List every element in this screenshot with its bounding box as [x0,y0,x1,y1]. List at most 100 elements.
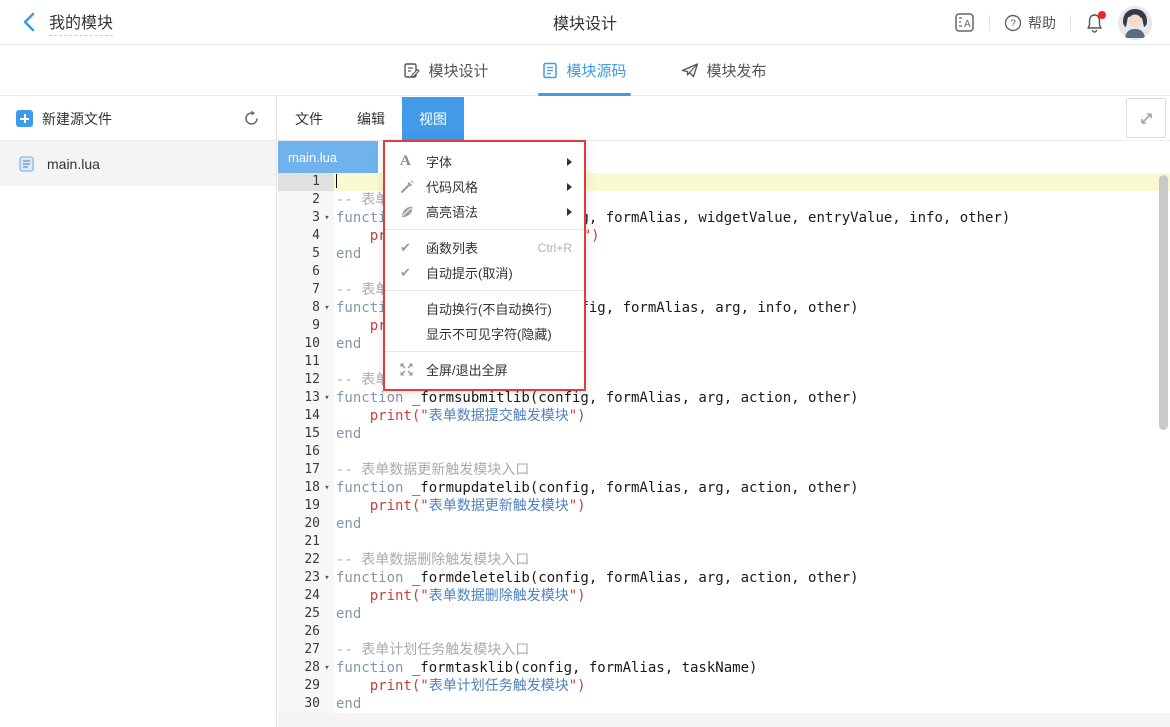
view-menu-item[interactable]: 自动换行(不自动换行) [385,296,584,321]
line-gutter: 25 [278,605,334,623]
menu-file[interactable]: 文件 [278,97,340,140]
fold-arrow-icon[interactable]: ▾ [320,299,334,317]
check-icon: ✔ [400,240,426,256]
menu-edit[interactable]: 编辑 [340,97,402,140]
code-text: -- 表单数据更新触发模块入口 [334,461,1170,479]
new-source-file-button[interactable]: 新建源文件 [16,109,112,129]
view-menu-item[interactable]: 全屏/退出全屏 [385,357,584,382]
tab-module-publish[interactable]: 模块发布 [681,46,767,96]
menu-item-label: 高亮语法 [426,202,567,221]
code-line[interactable]: 13▾function _formsubmitlib(config, formA… [278,389,1170,407]
line-number: 25 [278,605,320,623]
code-text [334,443,1170,461]
fold-spacer [320,191,334,209]
notification-button[interactable] [1085,13,1104,33]
file-name: main.lua [47,156,100,172]
fold-spacer [320,641,334,659]
menu-divider [385,229,584,230]
line-gutter: 22 [278,551,334,569]
line-gutter: 1 [278,173,334,191]
view-dropdown-menu: A字体代码风格高亮语法 ✔函数列表Ctrl+R✔自动提示(取消) 自动换行(不自动换… [383,140,586,391]
line-number: 27 [278,641,320,659]
line-number: 23 [278,569,320,587]
line-gutter: 23▾ [278,569,334,587]
fold-spacer [320,605,334,623]
line-gutter: 13▾ [278,389,334,407]
code-line[interactable]: 27-- 表单计划任务触发模块入口 [278,641,1170,659]
help-button[interactable]: ? 帮助 [1004,13,1056,33]
file-list-item-main-lua[interactable]: main.lua [0,141,276,186]
line-number: 29 [278,677,320,695]
sidebar-header: 新建源文件 [0,97,276,141]
new-file-label: 新建源文件 [42,109,112,129]
fold-spacer [320,695,334,713]
line-gutter: 10 [278,335,334,353]
view-menu-item[interactable]: 显示不可见字符(隐藏) [385,321,584,346]
language-icon[interactable]: A [954,12,975,33]
menu-divider [385,290,584,291]
code-line[interactable]: 16 [278,443,1170,461]
code-line[interactable]: 23▾function _formdeletelib(config, formA… [278,569,1170,587]
expand-editor-button[interactable] [1126,98,1166,138]
code-text: end [334,605,1170,623]
fold-arrow-icon[interactable]: ▾ [320,659,334,677]
fold-spacer [320,533,334,551]
line-number: 9 [278,317,320,335]
view-menu-item[interactable]: 代码风格 [385,174,584,199]
code-text: print("表单数据更新触发模块") [334,497,1170,515]
code-line[interactable]: 28▾function _formtasklib(config, formAli… [278,659,1170,677]
code-line[interactable]: 18▾function _formupdatelib(config, formA… [278,479,1170,497]
module-nav-tabs: 模块设计 模块源码 模块发布 [0,46,1170,96]
code-line[interactable]: 25 end [278,605,1170,623]
menu-view[interactable]: 视图 [402,97,464,140]
code-line[interactable]: 24 print("表单数据删除触发模块") [278,587,1170,605]
view-menu-item[interactable]: A字体 [385,149,584,174]
code-line[interactable]: 29 print("表单计划任务触发模块") [278,677,1170,695]
code-line[interactable]: 20end [278,515,1170,533]
code-line[interactable]: 22-- 表单数据删除触发模块入口 [278,551,1170,569]
view-menu-item[interactable]: ✔函数列表Ctrl+R [385,235,584,260]
tab-module-source[interactable]: 模块源码 [542,46,626,96]
menu-divider [385,351,584,352]
fold-spacer [320,461,334,479]
code-line[interactable]: 26 [278,623,1170,641]
code-line[interactable]: 19 print("表单数据更新触发模块") [278,497,1170,515]
view-menu-item[interactable]: ✔自动提示(取消) [385,260,584,285]
fold-arrow-icon[interactable]: ▾ [320,389,334,407]
menu-item-label: 全屏/退出全屏 [426,360,572,379]
tab-module-design[interactable]: 模块设计 [403,46,488,96]
line-number: 2 [278,191,320,209]
code-line[interactable]: 17-- 表单数据更新触发模块入口 [278,461,1170,479]
text-cursor [336,174,337,188]
code-text: -- 表单数据删除触发模块入口 [334,551,1170,569]
line-number: 30 [278,695,320,713]
line-gutter: 5 [278,245,334,263]
fold-spacer [320,317,334,335]
line-number: 3 [278,209,320,227]
code-text: end [334,425,1170,443]
line-gutter: 26 [278,623,334,641]
editor-tab-main-lua[interactable]: main.lua [278,141,378,173]
view-menu-item[interactable]: 高亮语法 [385,199,584,224]
code-text: end [334,695,1170,713]
code-line[interactable]: 15end [278,425,1170,443]
code-line[interactable]: 30 end [278,695,1170,713]
vertical-scrollbar-thumb[interactable] [1159,175,1168,430]
line-number: 10 [278,335,320,353]
line-gutter: 8▾ [278,299,334,317]
refresh-button[interactable] [243,110,260,127]
file-sidebar: 新建源文件 main.lua [0,97,277,727]
fold-spacer [320,407,334,425]
line-number: 24 [278,587,320,605]
svg-text:A: A [964,19,971,30]
code-line[interactable]: 14 print("表单数据提交触发模块") [278,407,1170,425]
horizontal-scrollbar-track[interactable] [278,713,1170,727]
fold-arrow-icon[interactable]: ▾ [320,479,334,497]
code-line[interactable]: 21 [278,533,1170,551]
fold-spacer [320,371,334,389]
check-icon: ✔ [400,265,426,281]
avatar[interactable] [1118,6,1152,40]
fold-arrow-icon[interactable]: ▾ [320,569,334,587]
line-number: 12 [278,371,320,389]
fold-arrow-icon[interactable]: ▾ [320,209,334,227]
